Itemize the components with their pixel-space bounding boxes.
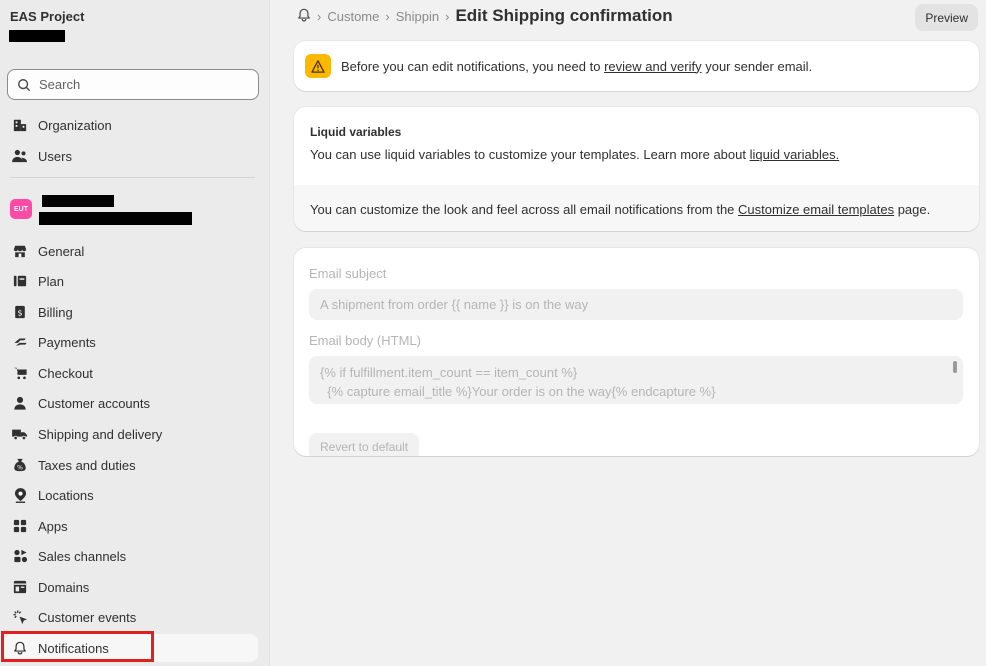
store-header[interactable]: EAS Project: [0, 0, 270, 58]
main-content: › Custome › Shippin › Edit Shipping conf…: [271, 0, 986, 666]
warning-icon: [305, 54, 331, 78]
liquid-variables-title: Liquid variables: [310, 125, 402, 139]
sidebar-item-label: Locations: [38, 487, 94, 503]
sidebar-item-domains[interactable]: Domains: [4, 573, 258, 601]
email-subject-input[interactable]: A shipment from order {{ name }} is on t…: [309, 289, 963, 320]
sidebar-item-label: Checkout: [38, 365, 93, 381]
billing-icon: $: [12, 304, 28, 320]
sidebar-item-apps[interactable]: Apps: [4, 512, 258, 540]
redacted-store-name: [42, 195, 114, 207]
breadcrumb-shipping[interactable]: Shippin: [396, 9, 439, 24]
cart-icon: [12, 365, 28, 381]
store-name: EAS Project: [10, 9, 85, 24]
users-icon: [12, 148, 28, 164]
store-avatar[interactable]: EUT: [10, 199, 32, 219]
sidebar-item-label: Shipping and delivery: [38, 426, 163, 442]
customize-email-templates-link[interactable]: Customize email templates: [738, 202, 894, 217]
liquid-variables-text: You can use liquid variables to customiz…: [310, 147, 840, 162]
sidebar-item-label: General: [38, 243, 85, 259]
sidebar-item-label: Customer accounts: [38, 395, 150, 411]
sidebar-divider: [10, 177, 255, 178]
plan-icon: [12, 273, 28, 289]
email-body-textarea[interactable]: {% if fulfillment.item_count == item_cou…: [309, 356, 963, 404]
sidebar-item-plan[interactable]: Plan: [4, 267, 258, 295]
sidebar-item-organization[interactable]: Organization: [4, 111, 258, 139]
preview-button[interactable]: Preview: [915, 4, 978, 31]
sidebar-item-checkout[interactable]: Checkout: [4, 359, 258, 387]
sidebar-item-label: Domains: [38, 579, 90, 595]
sidebar-item-billing[interactable]: $ Billing: [4, 298, 258, 326]
sidebar-item-general[interactable]: General: [4, 237, 258, 265]
payments-icon: [12, 334, 28, 350]
chevron-right-icon: ›: [445, 8, 450, 24]
sales-channels-icon: [12, 548, 28, 564]
sidebar: EAS Project Organization Users EUT Gener…: [0, 0, 270, 666]
sidebar-item-users[interactable]: Users: [4, 142, 258, 170]
sidebar-item-locations[interactable]: Locations: [4, 481, 258, 509]
location-pin-icon: [12, 487, 28, 503]
sidebar-item-label: Organization: [38, 117, 112, 133]
bell-icon: [12, 640, 28, 656]
search-icon: [18, 78, 30, 91]
sidebar-item-label: Taxes and duties: [38, 457, 136, 473]
revert-to-default-button[interactable]: Revert to default: [309, 433, 420, 456]
sidebar-item-label: Customer events: [38, 609, 137, 625]
liquid-variables-link[interactable]: liquid variables.: [750, 147, 840, 162]
sidebar-item-label: Apps: [38, 518, 68, 534]
taxes-icon: %: [12, 457, 28, 473]
page-header: › Custome › Shippin › Edit Shipping conf…: [271, 0, 986, 36]
sidebar-item-label: Users: [38, 148, 72, 164]
person-icon: [12, 395, 28, 411]
sidebar-item-label: Billing: [38, 304, 73, 320]
organization-icon: [12, 117, 28, 133]
chevron-right-icon: ›: [385, 8, 390, 24]
sidebar-item-label: Plan: [38, 273, 65, 289]
email-editor-card: Email subject A shipment from order {{ n…: [294, 248, 979, 456]
review-and-verify-link[interactable]: review and verify: [604, 59, 702, 74]
search-box[interactable]: [7, 69, 259, 100]
breadcrumb: › Custome › Shippin › Edit Shipping conf…: [297, 6, 673, 26]
sidebar-item-customer-events[interactable]: Customer events: [4, 603, 258, 631]
truck-icon: [12, 426, 28, 442]
chevron-right-icon: ›: [317, 8, 322, 24]
page-title: Edit Shipping confirmation: [455, 6, 673, 25]
sidebar-item-shipping-and-delivery[interactable]: Shipping and delivery: [4, 420, 258, 448]
sidebar-item-label: Payments: [38, 334, 96, 350]
customize-templates-section: You can customize the look and feel acro…: [294, 185, 979, 231]
email-subject-label: Email subject: [309, 266, 387, 281]
liquid-variables-card: Liquid variables You can use liquid vari…: [294, 107, 979, 231]
email-body-label: Email body (HTML): [309, 333, 421, 348]
svg-text:%: %: [17, 464, 23, 471]
sidebar-item-notifications[interactable]: Notifications: [4, 634, 258, 662]
sidebar-item-label: Notifications: [38, 640, 109, 656]
redacted-account: [9, 30, 65, 42]
scrollbar-thumb[interactable]: [953, 361, 957, 373]
apps-icon: [12, 518, 28, 534]
search-input[interactable]: [39, 77, 239, 92]
code-line: {% capture email_title %}Your order is o…: [320, 384, 716, 399]
bell-icon[interactable]: [297, 8, 311, 25]
breadcrumb-customer[interactable]: Custome: [327, 9, 379, 24]
sidebar-item-customer-accounts[interactable]: Customer accounts: [4, 389, 258, 417]
svg-text:$: $: [17, 309, 22, 318]
code-line: {% if fulfillment.item_count == item_cou…: [320, 365, 578, 380]
domains-icon: [12, 579, 28, 595]
sidebar-item-sales-channels[interactable]: Sales channels: [4, 542, 258, 570]
sidebar-item-payments[interactable]: Payments: [4, 328, 258, 356]
sidebar-item-label: Sales channels: [38, 548, 127, 564]
redacted-store-url: [39, 212, 192, 225]
store-icon: [12, 243, 28, 259]
sidebar-item-taxes-and-duties[interactable]: % Taxes and duties: [4, 451, 258, 479]
verify-email-banner: Before you can edit notifications, you n…: [294, 41, 979, 91]
cursor-click-icon: [12, 609, 28, 625]
banner-text: Before you can edit notifications, you n…: [341, 58, 813, 74]
